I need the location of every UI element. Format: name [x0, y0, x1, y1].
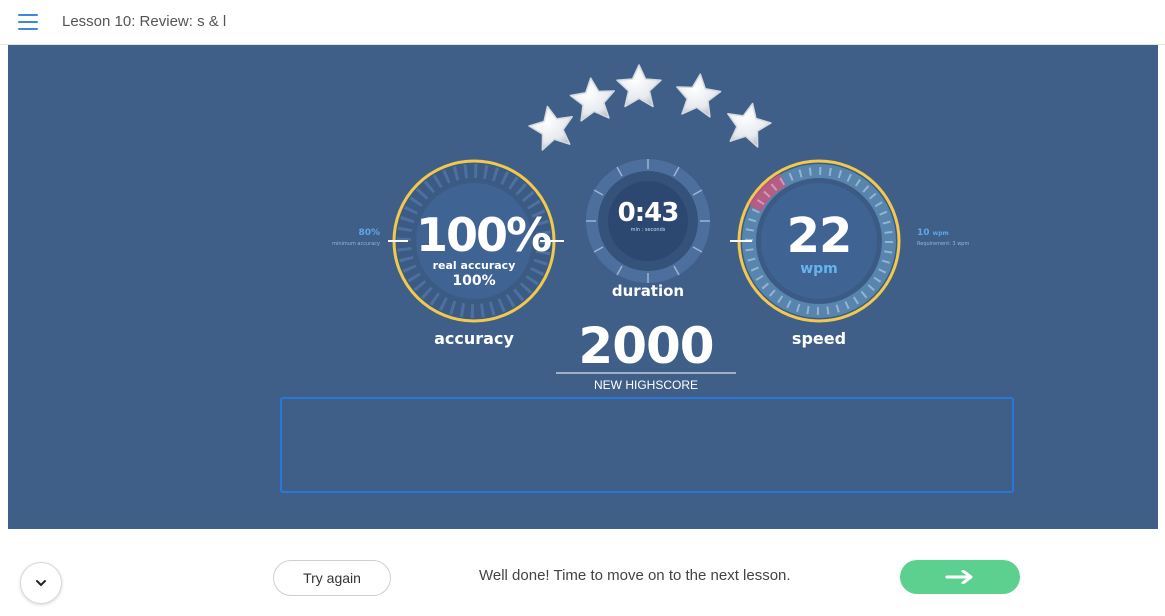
lesson-title: Lesson 10: Review: s & l [62, 13, 227, 30]
next-lesson-button[interactable] [900, 560, 1020, 594]
score-label: NEW HIGHSCORE [593, 378, 698, 392]
results-panel: 100% real accuracy 100% accuracy 80% min… [8, 45, 1158, 529]
speed-req-unit: wpm [932, 230, 949, 237]
footer-bar: Try again Well done! Time to move on to … [0, 530, 1165, 616]
speed-requirement: 10 wpm [917, 228, 997, 238]
speed-req-value: 10 [917, 228, 930, 238]
speed-value: 22 [786, 208, 853, 264]
completion-message: Well done! Time to move on to the next l… [479, 567, 791, 584]
star-icon [616, 64, 662, 108]
star-icon [528, 105, 573, 151]
menu-icon[interactable] [18, 14, 38, 30]
typed-text-box [280, 397, 1014, 493]
top-bar: Lesson 10: Review: s & l [0, 0, 1165, 45]
star-icon [569, 77, 615, 122]
duration-unit: min : seconds [630, 227, 666, 233]
speed-unit: wpm [800, 261, 838, 277]
accuracy-real-value: 100% [452, 273, 496, 289]
collapse-button[interactable] [20, 562, 62, 604]
chevron-down-icon [36, 580, 46, 587]
speed-label: speed [791, 329, 847, 348]
try-again-button[interactable]: Try again [273, 560, 391, 596]
accuracy-min-value: 80% [358, 228, 380, 238]
accuracy-value: 100% [416, 208, 552, 262]
accuracy-label: accuracy [434, 329, 514, 348]
accuracy-real-label: real accuracy [432, 259, 516, 272]
score-value: 2000 [578, 317, 714, 375]
speed-req-label: Requirement: 3 wpm [917, 241, 970, 247]
accuracy-min-label: minimum accuracy [332, 241, 380, 247]
arrow-right-icon [945, 570, 973, 584]
duration-label: duration [611, 282, 685, 300]
star-icon [727, 102, 772, 148]
star-icon [676, 73, 722, 118]
duration-value: 0:43 [617, 198, 680, 228]
